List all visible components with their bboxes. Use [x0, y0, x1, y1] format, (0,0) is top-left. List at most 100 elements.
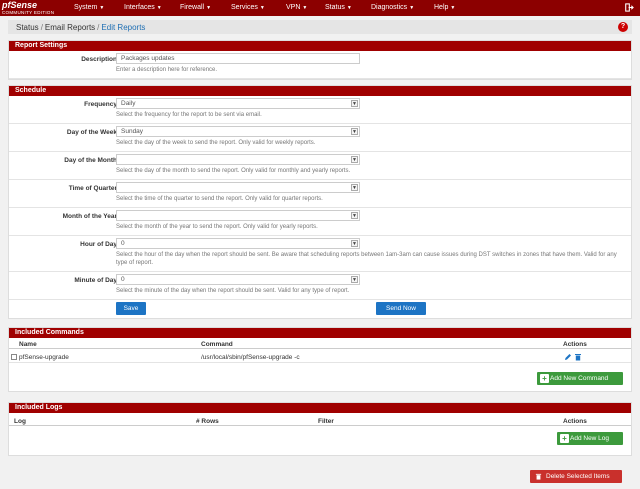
- day-of-month-row: Day of the Month ▼ Select the day of the…: [9, 152, 631, 180]
- delete-selected-button[interactable]: Delete Selected Items: [530, 470, 622, 483]
- included-commands-panel: Included Commands Name Command Actions p…: [8, 327, 632, 392]
- command-text: /usr/local/sbin/pfSense-upgrade -c: [201, 354, 300, 361]
- chevron-down-icon: ▼: [351, 100, 358, 107]
- nav-menu-label: Status: [325, 4, 345, 11]
- delete-selected-label: Delete Selected Items: [546, 473, 610, 480]
- breadcrumb: Status / Email Reports / Edit Reports: [16, 23, 145, 32]
- time-of-quarter-help: Select the time of the quarter to send t…: [116, 196, 323, 202]
- nav-menu-interfaces[interactable]: Interfaces ▼: [124, 4, 162, 12]
- row-checkbox[interactable]: [11, 354, 17, 360]
- brand-name: pfSense: [2, 0, 38, 10]
- plus-icon: +: [560, 434, 569, 443]
- day-of-week-help: Select the day of the week to send the r…: [116, 140, 316, 146]
- chevron-down-icon: ▼: [259, 5, 265, 11]
- nav-menu-help[interactable]: Help ▼: [434, 4, 455, 12]
- day-of-month-help: Select the day of the month to send the …: [116, 168, 351, 174]
- command-name: pfSense-upgrade: [19, 354, 69, 361]
- report-settings-panel: Report Settings Description Packages upd…: [8, 40, 632, 80]
- save-button[interactable]: Save: [116, 302, 146, 315]
- add-new-log-button[interactable]: + Add New Log: [557, 432, 623, 445]
- hour-of-day-value: 0: [121, 240, 125, 247]
- logs-table-header: Log # Rows Filter Actions: [9, 416, 631, 426]
- minute-of-day-label: Minute of Day: [74, 277, 117, 284]
- month-of-year-row: Month of the Year ▼ Select the month of …: [9, 208, 631, 236]
- description-help: Enter a description here for reference.: [116, 67, 218, 73]
- add-new-command-button[interactable]: + Add New Command: [537, 372, 623, 385]
- table-row: pfSense-upgrade /usr/local/sbin/pfSense-…: [9, 352, 631, 363]
- time-of-quarter-label: Time of Quarter: [68, 185, 117, 192]
- chevron-down-icon: ▼: [346, 5, 352, 11]
- nav-menu-label: Diagnostics: [371, 4, 408, 11]
- panel-title: Schedule: [9, 86, 631, 96]
- schedule-panel: Schedule Frequency Daily ▼ Select the fre…: [8, 85, 632, 319]
- chevron-down-icon: ▼: [206, 5, 212, 11]
- time-of-quarter-row: Time of Quarter ▼ Select the time of the…: [9, 180, 631, 208]
- minute-of-day-row: Minute of Day 0 ▼ Select the minute of th…: [9, 272, 631, 300]
- description-row: Description Packages updates Enter a des…: [9, 51, 631, 79]
- day-of-week-select[interactable]: Sunday ▼: [116, 126, 360, 137]
- nav-menu-status[interactable]: Status ▼: [325, 4, 352, 12]
- time-of-quarter-select[interactable]: ▼: [116, 182, 360, 193]
- column-header-log: Log: [14, 418, 26, 425]
- trash-icon: [535, 473, 542, 480]
- column-header-command: Command: [201, 341, 233, 348]
- frequency-label: Frequency: [84, 101, 117, 108]
- add-new-log-label: Add New Log: [570, 435, 610, 442]
- panel-title: Included Logs: [9, 403, 631, 413]
- month-of-year-label: Month of the Year: [62, 213, 117, 220]
- frequency-help: Select the frequency for the report to b…: [116, 112, 262, 118]
- chevron-down-icon: ▼: [351, 240, 358, 247]
- commands-table-header: Name Command Actions: [9, 339, 631, 349]
- send-now-button[interactable]: Send Now: [376, 302, 426, 315]
- nav-menu-label: Services: [231, 4, 258, 11]
- panel-title: Included Commands: [9, 328, 631, 338]
- nav-menu-label: VPN: [286, 4, 301, 11]
- included-logs-panel: Included Logs Log # Rows Filter Actions …: [8, 402, 632, 456]
- brand-edition: COMMUNITY EDITION: [2, 10, 55, 15]
- chevron-down-icon: ▼: [302, 5, 308, 11]
- frequency-row: Frequency Daily ▼ Select the frequency fo…: [9, 96, 631, 124]
- nav-menu-vpn[interactable]: VPN ▼: [286, 4, 307, 12]
- logout-icon[interactable]: [625, 3, 634, 12]
- chevron-down-icon: ▼: [351, 128, 358, 135]
- edit-pencil-icon[interactable]: [564, 353, 572, 361]
- nav-menu-label: Interfaces: [124, 4, 155, 11]
- day-of-week-value: Sunday: [121, 128, 144, 135]
- breadcrumb-bar: Status / Email Reports / Edit Reports ?: [8, 20, 632, 34]
- chevron-down-icon: ▼: [156, 5, 162, 11]
- day-of-week-label: Day of the Week: [66, 129, 117, 136]
- minute-of-day-select[interactable]: 0 ▼: [116, 274, 360, 285]
- hour-of-day-row: Hour of Day 0 ▼ Select the hour of the da…: [9, 236, 631, 272]
- breadcrumb-email-reports[interactable]: Email Reports: [45, 23, 95, 32]
- breadcrumb-edit-reports[interactable]: Edit Reports: [101, 23, 145, 32]
- nav-menu-diagnostics[interactable]: Diagnostics ▼: [371, 4, 414, 12]
- chevron-down-icon: ▼: [99, 5, 105, 11]
- nav-menu-label: Firewall: [180, 4, 205, 11]
- column-header-rows: # Rows: [196, 418, 219, 425]
- column-header-actions: Actions: [563, 341, 587, 348]
- help-icon[interactable]: ?: [618, 22, 628, 32]
- frequency-value: Daily: [121, 100, 136, 107]
- day-of-month-label: Day of the Month: [64, 157, 117, 164]
- breadcrumb-status[interactable]: Status: [16, 23, 39, 32]
- nav-menu-system[interactable]: System ▼: [74, 4, 104, 12]
- description-input[interactable]: Packages updates: [116, 53, 360, 64]
- day-of-week-row: Day of the Week Sunday ▼ Select the day o…: [9, 124, 631, 152]
- pfsense-logo[interactable]: pfSense COMMUNITY EDITION: [2, 0, 66, 16]
- add-new-command-label: Add New Command: [550, 375, 609, 382]
- plus-icon: +: [540, 374, 549, 383]
- chevron-down-icon: ▼: [450, 5, 456, 11]
- trash-icon[interactable]: [574, 353, 582, 361]
- month-of-year-select[interactable]: ▼: [116, 210, 360, 221]
- frequency-select[interactable]: Daily ▼: [116, 98, 360, 109]
- nav-menu-firewall[interactable]: Firewall ▼: [180, 4, 211, 12]
- chevron-down-icon: ▼: [351, 212, 358, 219]
- breadcrumb-separator: /: [40, 23, 43, 32]
- column-header-filter: Filter: [318, 418, 334, 425]
- hour-of-day-select[interactable]: 0 ▼: [116, 238, 360, 249]
- nav-menu-label: System: [74, 4, 98, 11]
- breadcrumb-separator: /: [97, 23, 100, 32]
- minute-of-day-value: 0: [121, 276, 125, 283]
- nav-menu-services[interactable]: Services ▼: [231, 4, 265, 12]
- day-of-month-select[interactable]: ▼: [116, 154, 360, 165]
